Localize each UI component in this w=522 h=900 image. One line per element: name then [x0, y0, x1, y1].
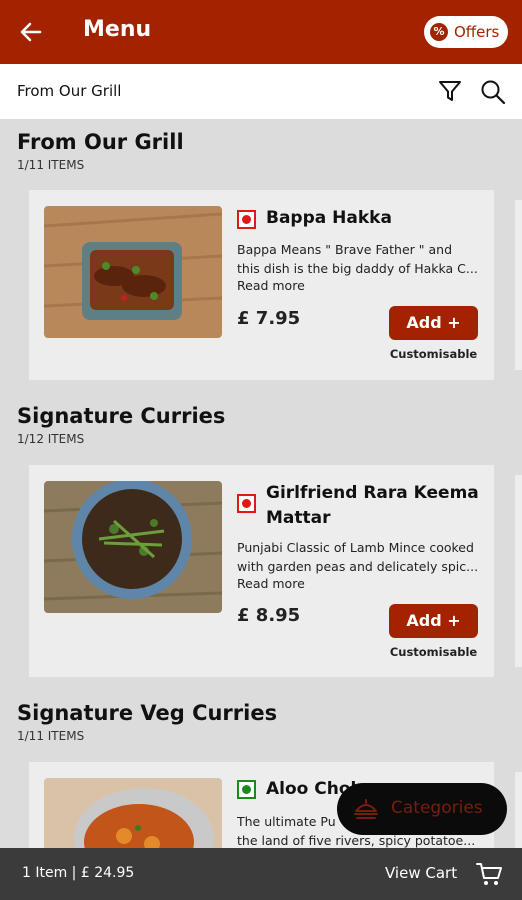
item-description: Punjabi Classic of Lamb Mince cooked wit…: [237, 540, 479, 574]
current-category-title: From Our Grill: [17, 82, 122, 100]
dish-image: [44, 206, 222, 338]
next-card-edge: [515, 200, 522, 370]
search-icon: [481, 80, 506, 105]
categories-label: Categories: [391, 798, 483, 818]
non-veg-indicator-icon: [237, 494, 256, 513]
customisable-label: Customisable: [389, 347, 478, 361]
section-item-count: 1/11 ITEMS: [17, 158, 85, 172]
cart-icon[interactable]: [475, 861, 503, 887]
percent-badge-icon: %: [430, 23, 448, 41]
page-title: Menu: [83, 17, 152, 42]
cart-bar[interactable]: 1 Item | £ 24.95 View Cart: [0, 848, 522, 900]
non-veg-indicator-icon: [237, 210, 256, 229]
add-to-cart-button[interactable]: Add +: [389, 604, 478, 638]
read-more-link[interactable]: Read more: [237, 576, 305, 591]
app-bar: Menu % Offers: [0, 0, 522, 64]
next-card-edge: [515, 772, 522, 848]
menu-item-card[interactable]: Bappa Hakka Bappa Means " Brave Father "…: [29, 190, 494, 380]
item-price: £ 7.95: [237, 308, 301, 329]
veg-indicator-icon: [237, 780, 256, 799]
item-description: Bappa Means " Brave Father " and this di…: [237, 242, 478, 276]
next-card-edge: [515, 475, 522, 667]
item-name: Bappa Hakka: [266, 208, 392, 228]
view-cart-button[interactable]: View Cart: [385, 864, 457, 882]
offers-button[interactable]: % Offers: [424, 16, 508, 48]
filter-icon: [439, 81, 461, 101]
item-name: Girlfriend Rara Keema Mattar: [266, 483, 479, 528]
back-button[interactable]: [18, 20, 44, 44]
dish-image: [44, 481, 222, 613]
section-item-count: 1/12 ITEMS: [17, 432, 85, 446]
categories-button[interactable]: Categories: [337, 783, 507, 835]
arrow-left-icon: [20, 22, 42, 42]
cart-summary: 1 Item | £ 24.95: [22, 865, 135, 881]
item-price: £ 8.95: [237, 605, 301, 626]
section-title: Signature Curries: [17, 404, 226, 428]
search-button[interactable]: [480, 79, 506, 109]
filter-button[interactable]: [438, 79, 462, 107]
customisable-label: Customisable: [389, 645, 478, 659]
read-more-link[interactable]: Read more: [237, 278, 305, 293]
food-menu-icon: [354, 799, 378, 819]
section-title: Signature Veg Curries: [17, 701, 278, 725]
add-to-cart-button[interactable]: Add +: [389, 306, 478, 340]
dish-image: [44, 778, 222, 848]
section-item-count: 1/11 ITEMS: [17, 729, 85, 743]
menu-item-card[interactable]: Girlfriend Rara Keema Mattar Punjabi Cla…: [29, 465, 494, 677]
section-title: From Our Grill: [17, 130, 184, 154]
offers-label: Offers: [454, 23, 500, 41]
